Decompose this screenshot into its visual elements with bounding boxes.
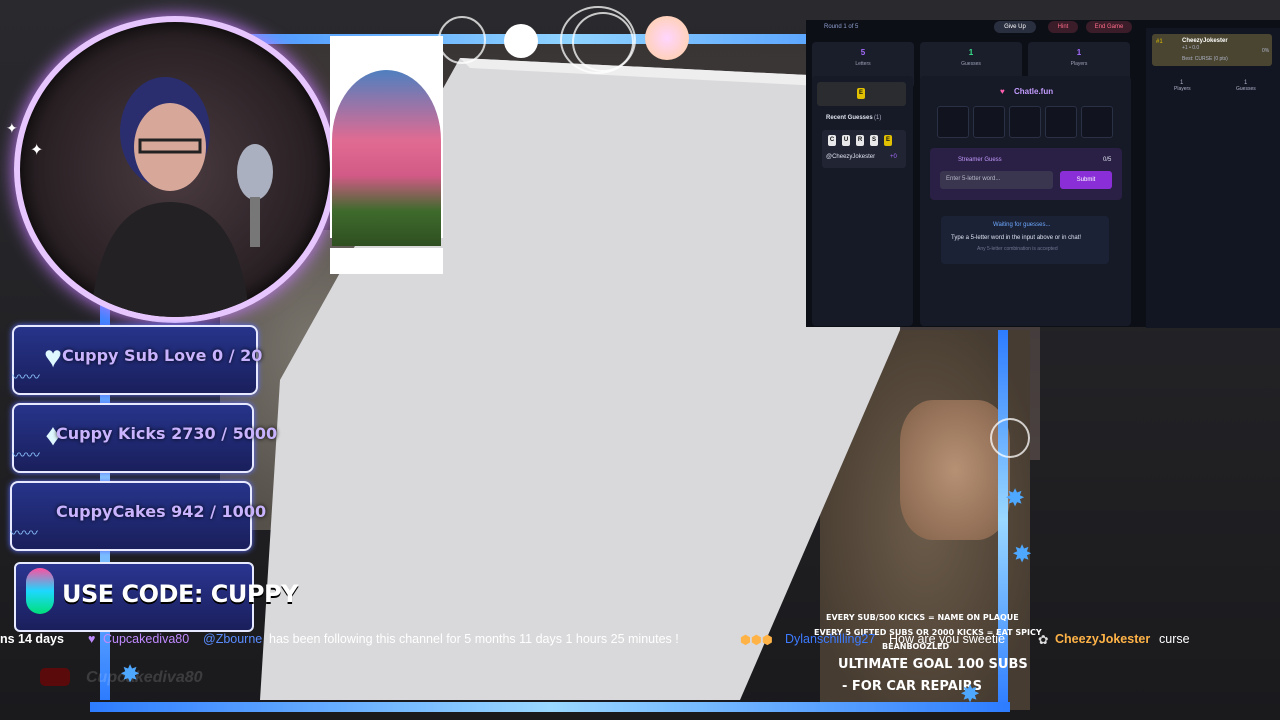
waiting-hint: Type a 5-letter word in the input above …: [951, 235, 1082, 241]
chat-user-2: CheezyJokester: [1055, 632, 1151, 646]
plaque-line-1: EVERY SUB/500 KICKS = NAME ON PLAQUE: [826, 613, 1019, 622]
guess-letter: S: [870, 135, 878, 146]
give-up-button[interactable]: Give Up: [994, 21, 1036, 33]
star-icon: ✸: [960, 681, 981, 708]
chat-ticker: ns 14 days ♥ Cupcakediva80 @Zbourne has …: [0, 630, 1280, 650]
streamer-guess-label: Streamer Guess: [958, 157, 1002, 163]
guess-card: C U R S E @CheezyJokester +0: [822, 130, 906, 168]
hands-icon: 〰〰: [12, 447, 40, 463]
kick-logo-icon: [26, 568, 54, 614]
chat-message-2: curse: [1159, 632, 1190, 646]
leader-points: +1 • 0.0: [1182, 45, 1200, 51]
microphone-icon: [237, 144, 273, 247]
heart-icon: ♥: [88, 632, 96, 646]
letter-slot: [973, 106, 1005, 138]
bubble-decoration: [645, 16, 689, 60]
painting-artwork: [332, 70, 441, 246]
right-players-label: Players: [1174, 86, 1191, 92]
bubble-decoration: [572, 12, 634, 72]
word-input[interactable]: Enter 5-letter word...: [940, 171, 1053, 189]
brand-title: Chatle.fun: [1014, 87, 1054, 96]
chat-badge-icon: ✿: [1038, 633, 1049, 647]
hint-button[interactable]: Hint: [1048, 21, 1078, 33]
leader-rank: #1: [1156, 39, 1163, 45]
stat-value: 5: [860, 48, 866, 57]
streamer-guess-box: Streamer Guess 0/5 Enter 5-letter word..…: [930, 148, 1122, 200]
waiting-box: Waiting for guesses... Type a 5-letter w…: [941, 216, 1109, 264]
letter-slot: [1045, 106, 1077, 138]
end-game-button[interactable]: End Game: [1086, 21, 1132, 33]
revealed-letters-box: E: [817, 82, 906, 106]
promo-code-text: USE CODE: CUPPY: [62, 580, 298, 608]
frame-border-bottom: [90, 702, 1010, 712]
bubble-decoration: [438, 16, 486, 64]
badge-icons: ⬢⬢⬢: [740, 633, 773, 647]
guess-user: @CheezyJokester: [826, 154, 876, 160]
cakes-goal-text: CuppyCakes 942 / 1000: [56, 502, 267, 521]
bubble-decoration: [504, 24, 538, 58]
letter-slot: [1009, 106, 1041, 138]
painting-base: [330, 248, 443, 274]
sub-goal-bar: ♥ 〰〰 Cuppy Sub Love 0 / 20: [12, 325, 262, 395]
waiting-text: Waiting for guesses...: [993, 222, 1051, 228]
follower-message: has been following this channel for 5 mo…: [269, 632, 679, 646]
leaderboard-entry: #1 CheezyJokester +1 • 0.0 Best: CURSE (…: [1152, 34, 1272, 66]
recent-guesses-label: Recent Guesses: [826, 115, 873, 121]
painting-preview: [330, 36, 443, 274]
recent-guesses-panel: E Recent Guesses (1) C U R S E @CheezyJo…: [812, 76, 913, 326]
word-input-placeholder: Enter 5-letter word...: [946, 176, 1001, 182]
chat-user-1: Dylanschilling27: [785, 632, 876, 646]
chat-message-1: How are you sweetie: [889, 632, 1006, 646]
waiting-subtext: Any 5-letter combination is accepted: [977, 246, 1058, 252]
cakes-goal-bar: 〰〰 CuppyCakes 942 / 1000: [10, 481, 266, 551]
bubble-decoration: [990, 418, 1030, 458]
kicks-goal-text: Cuppy Kicks 2730 / 5000: [56, 424, 278, 443]
sub-goal-text: Cuppy Sub Love 0 / 20: [62, 346, 263, 365]
stat-label: Letters: [855, 61, 871, 67]
sparkle-icon: ✦: [6, 120, 18, 136]
hands-icon: 〰〰: [12, 369, 40, 385]
webcam-feed: [14, 16, 336, 323]
hands-icon: 〰〰: [10, 525, 38, 541]
guess-letter: E: [884, 135, 892, 146]
stat-label: Players: [1070, 61, 1088, 67]
overlay-watermark-name: Cupcakediva80: [86, 669, 203, 686]
game-board-panel: Chatle.fun ♥ Streamer Guess 0/5 Enter 5-…: [920, 76, 1131, 326]
submit-button[interactable]: Submit: [1060, 171, 1112, 189]
leader-name: CheezyJokester: [1182, 38, 1228, 44]
ticker-prefix: ns 14 days: [0, 632, 64, 646]
streamer-figure: [90, 77, 250, 317]
guess-letter: R: [856, 135, 864, 146]
right-guesses-label: Guesses: [1236, 86, 1256, 92]
sparkle-icon: ✦: [30, 142, 44, 159]
letter-slot: [937, 106, 969, 138]
ultimate-goal-line-1: ULTIMATE GOAL 100 SUBS: [838, 657, 1028, 672]
follower-mention: @Zbourne: [203, 632, 263, 646]
stat-value: 1: [1076, 48, 1082, 57]
stat-value: 1: [968, 48, 974, 57]
round-label: Round 1 of 5: [824, 24, 859, 30]
stat-label: Guesses: [961, 61, 981, 67]
kicks-goal-bar: ♦ 〰〰 Cuppy Kicks 2730 / 5000: [12, 403, 277, 473]
star-icon: ✸: [1005, 485, 1026, 512]
leader-pct: 0%: [1262, 48, 1270, 54]
leaderboard-panel: #1 CheezyJokester +1 • 0.0 Best: CURSE (…: [1146, 28, 1280, 328]
leader-best: Best: CURSE (0 pts): [1182, 56, 1228, 62]
letter-slot: [1081, 106, 1113, 138]
guess-letter: C: [828, 135, 836, 146]
star-icon: ✸: [1012, 541, 1033, 568]
star-icon: ✸: [120, 661, 141, 688]
revealed-letter: E: [857, 88, 865, 99]
guess-points: +0: [890, 154, 897, 160]
guess-letter: U: [842, 135, 850, 146]
follower-name: Cupcakediva80: [103, 632, 190, 646]
recent-guesses-count: (1): [874, 115, 882, 121]
youtube-icon: [40, 668, 70, 686]
brand-heart-icon: ♥: [1000, 87, 1005, 96]
streamer-guess-count: 0/5: [1103, 157, 1112, 163]
frame-border-right: [998, 330, 1008, 710]
